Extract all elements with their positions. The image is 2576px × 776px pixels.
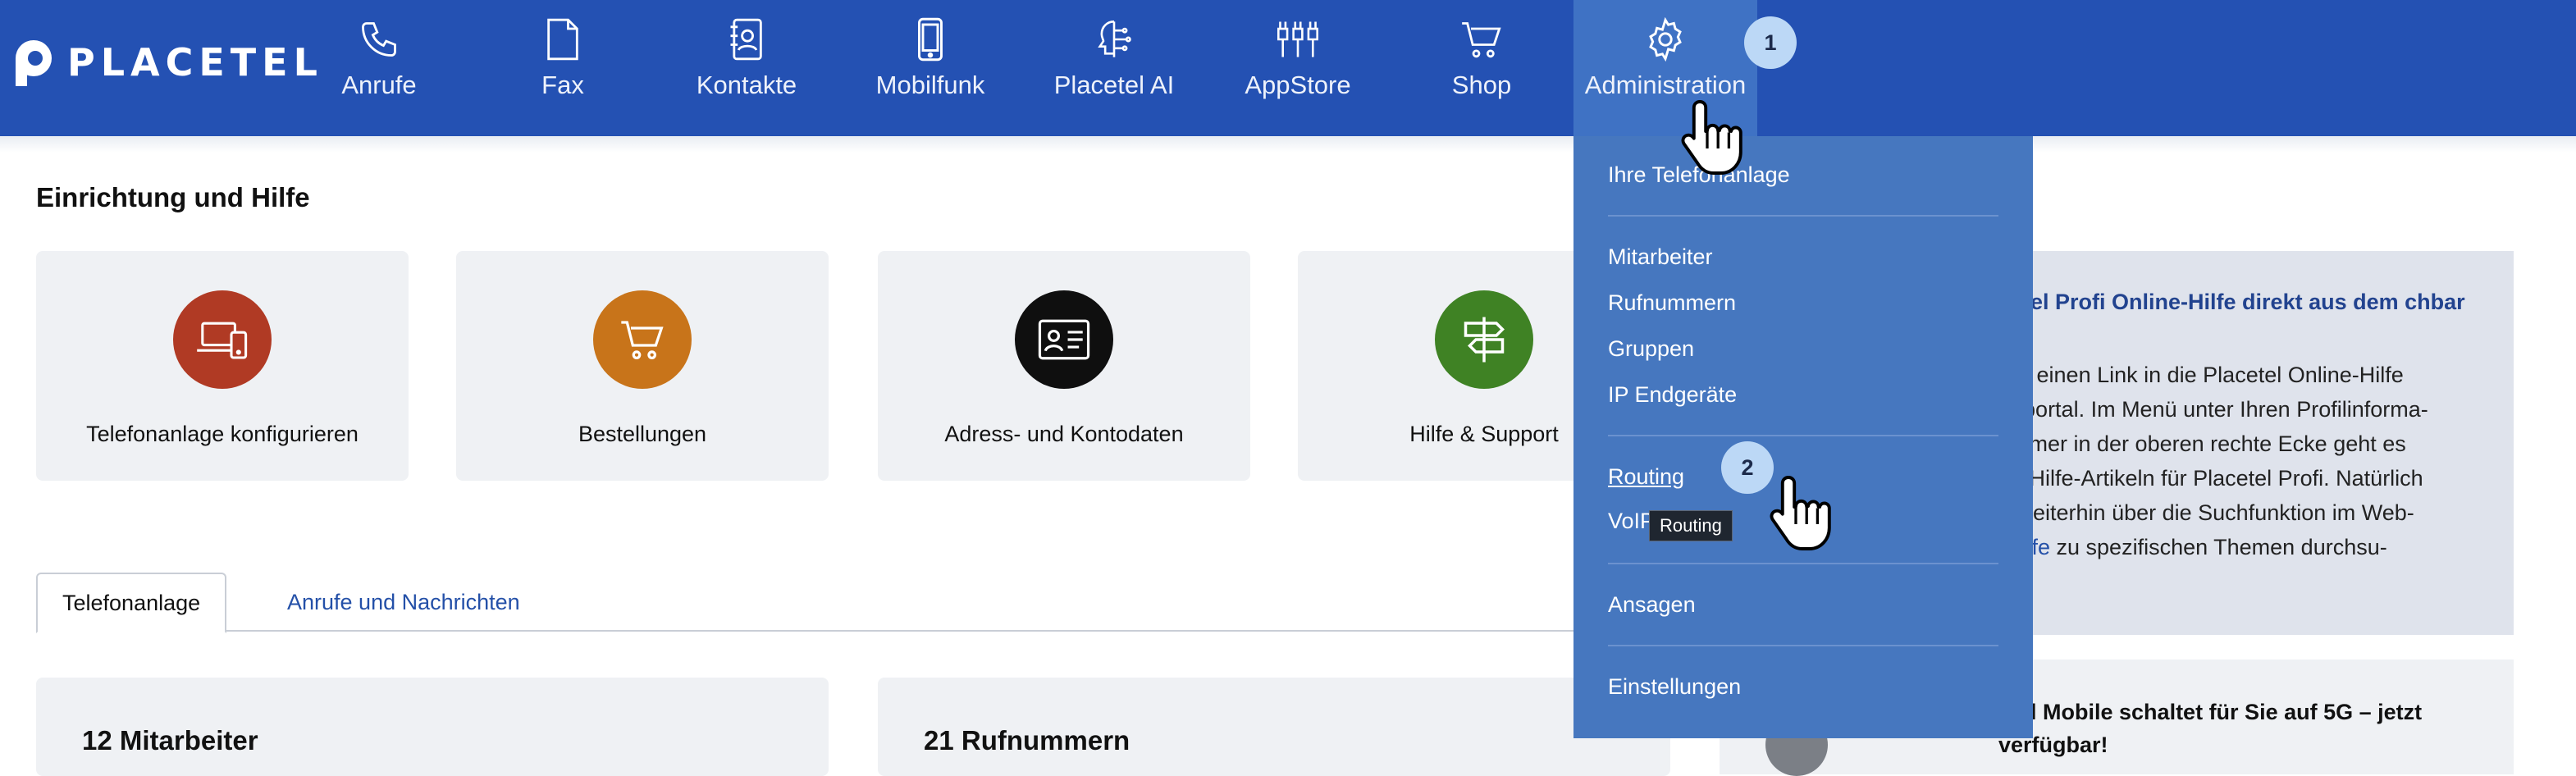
signpost-icon <box>1435 290 1533 389</box>
id-card-icon <box>1015 290 1113 389</box>
tab-bar: Telefonanlage Anrufe und Nachrichten <box>36 573 1578 633</box>
info-line: n weiterhin über die Suchfunktion im Web… <box>1998 500 2414 525</box>
contact-book-icon <box>722 15 771 64</box>
nav-kontakte[interactable]: Kontakte <box>665 0 829 136</box>
nav-label: Placetel AI <box>1053 71 1175 99</box>
card-title: 12 Mitarbeiter <box>82 725 258 755</box>
info-line: en Hilfe-Artikeln für Placetel Profi. Na… <box>1998 466 2423 491</box>
info-line-tail: zu spezifischen Themen durchsu- <box>2050 535 2387 559</box>
info-heading-5g: etel Mobile schaltet für Sie auf 5G – je… <box>1998 700 2423 757</box>
cart-icon <box>593 290 692 389</box>
nav-anrufe[interactable]: Anrufe <box>297 0 461 136</box>
card-mitarbeiter[interactable]: 12 Mitarbeiter <box>36 678 829 776</box>
tile-label: Adress- und Kontodaten <box>944 422 1184 446</box>
document-icon <box>538 15 587 64</box>
placetel-logo[interactable]: PLACETEL <box>11 36 323 89</box>
info-line: Sie einen Link in die Placetel Online-Hi… <box>1998 363 2404 387</box>
info-line: ebportal. Im Menü unter Ihren Profilinfo… <box>1998 397 2428 422</box>
menu-item-ip-endgeraete[interactable]: IP Endgeräte <box>1608 382 1737 408</box>
menu-item-ansagen[interactable]: Ansagen <box>1608 592 1696 618</box>
top-navigation-bar: PLACETEL Anrufe Fax Kontakte Mobilfunk P… <box>0 0 2576 136</box>
header-shadow <box>0 136 2576 153</box>
administration-dropdown-menu: Ihre Telefonanlage Mitarbeiter Rufnummer… <box>1573 136 2033 738</box>
nav-label: Administration <box>1584 71 1747 99</box>
menu-divider <box>1608 435 1998 436</box>
nav-label: Kontakte <box>696 71 797 99</box>
tile-bestellungen[interactable]: Bestellungen <box>456 251 829 481</box>
hand-cursor-icon <box>1770 476 1831 550</box>
section-title: Einrichtung und Hilfe <box>36 182 310 212</box>
routing-tooltip: Routing <box>1649 510 1733 541</box>
brand-name: PLACETEL <box>67 40 323 84</box>
gear-icon <box>1641 15 1690 64</box>
tile-label: Bestellungen <box>578 422 707 446</box>
nav-fax[interactable]: Fax <box>481 0 645 136</box>
tile-label: Telefonanlage konfigurieren <box>86 422 359 446</box>
hand-cursor-icon <box>1681 100 1742 175</box>
info-line-last: -Hilfe zu spezifischen Themen durchsu- <box>1998 530 2491 564</box>
menu-item-routing[interactable]: Routing <box>1608 464 1684 490</box>
menu-divider <box>1608 645 1998 646</box>
nav-label: AppStore <box>1245 71 1351 99</box>
step-badge-2: 2 <box>1721 441 1774 494</box>
phone-icon <box>354 15 404 64</box>
card-title: 21 Rufnummern <box>924 725 1130 755</box>
nav-appstore[interactable]: AppStore <box>1216 0 1380 136</box>
nav-label: Shop <box>1451 71 1512 99</box>
nav-mobilfunk[interactable]: Mobilfunk <box>848 0 1012 136</box>
menu-divider <box>1608 563 1998 564</box>
info-line: ummer in der oberen rechte Ecke geht es <box>1998 431 2406 456</box>
ai-brain-icon <box>1089 15 1139 64</box>
nav-label: Anrufe <box>341 71 417 99</box>
tile-adress-und-kontodaten[interactable]: Adress- und Kontodaten <box>878 251 1250 481</box>
nav-label: Fax <box>541 71 584 99</box>
menu-item-gruppen[interactable]: Gruppen <box>1608 336 1694 362</box>
info-body: Sie einen Link in die Placetel Online-Hi… <box>1998 358 2491 564</box>
menu-item-rufnummern[interactable]: Rufnummern <box>1608 290 1736 316</box>
nav-label: Mobilfunk <box>875 71 985 99</box>
tab-anrufe-und-nachrichten[interactable]: Anrufe und Nachrichten <box>263 573 545 632</box>
devices-icon <box>173 290 272 389</box>
plugs-icon <box>1273 15 1322 64</box>
tile-telefonanlage-konfigurieren[interactable]: Telefonanlage konfigurieren <box>36 251 409 481</box>
menu-item-voip[interactable]: VoIP <box>1608 509 1655 534</box>
info-heading: cetel Profi Online-Hilfe direkt aus dem … <box>1998 290 2465 314</box>
menu-item-einstellungen[interactable]: Einstellungen <box>1608 674 1741 700</box>
card-rufnummern[interactable]: 21 Rufnummern <box>878 678 1670 776</box>
menu-item-mitarbeiter[interactable]: Mitarbeiter <box>1608 244 1713 270</box>
tile-label: Hilfe & Support <box>1409 422 1559 446</box>
cart-icon <box>1457 15 1506 64</box>
mobile-phone-icon <box>906 15 955 64</box>
step-badge-1: 1 <box>1744 16 1797 69</box>
tab-telefonanlage[interactable]: Telefonanlage <box>36 573 227 633</box>
menu-divider <box>1608 215 1998 217</box>
nav-shop[interactable]: Shop <box>1400 0 1564 136</box>
placetel-logo-icon <box>16 40 52 86</box>
nav-placetel-ai[interactable]: Placetel AI <box>1032 0 1196 136</box>
